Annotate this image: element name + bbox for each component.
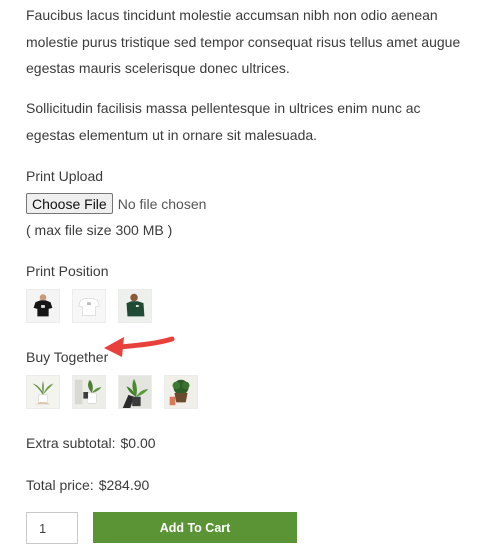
description-paragraph-2: Sollicitudin facilisis massa pellentesqu…: [26, 100, 421, 143]
total-price: Total price: $284.90: [26, 477, 149, 493]
annotation-arrow-icon: [104, 336, 175, 357]
extra-subtotal-value: $0.00: [120, 435, 156, 451]
buy-together-label: Buy Together: [26, 349, 109, 365]
plant-leaves-icon: [119, 376, 151, 408]
plant-basket-icon: [165, 376, 197, 408]
max-file-size-note: ( max file size 300 MB ): [26, 222, 173, 238]
extra-subtotal-label: Extra subtotal:: [26, 435, 116, 451]
total-price-label: Total price:: [26, 477, 94, 493]
buy-together-item-2[interactable]: [72, 375, 106, 409]
print-position-options: [26, 289, 164, 323]
tshirt-green-icon: [119, 290, 151, 322]
buy-together-items: [26, 375, 210, 409]
choose-file-button[interactable]: Choose File: [26, 193, 113, 214]
description-paragraph-1: Faucibus lacus tincidunt molestie accums…: [26, 7, 461, 76]
extra-subtotal: Extra subtotal: $0.00: [26, 435, 156, 451]
print-position-label: Print Position: [26, 263, 109, 279]
print-position-option-back[interactable]: [72, 289, 106, 323]
buy-together-item-3[interactable]: [118, 375, 152, 409]
add-to-cart-button[interactable]: Add To Cart: [93, 512, 297, 543]
buy-together-item-1[interactable]: [26, 375, 60, 409]
tshirt-white-icon: [73, 290, 105, 322]
file-status: No file chosen: [117, 195, 207, 212]
plant-pot-icon: [27, 376, 59, 408]
print-upload-label: Print Upload: [26, 168, 104, 184]
plant-vase-icon: [73, 376, 105, 408]
print-position-option-front[interactable]: [26, 289, 60, 323]
tshirt-front-black-icon: [27, 290, 59, 322]
print-position-option-side[interactable]: [118, 289, 152, 323]
quantity-input[interactable]: [26, 512, 78, 544]
buy-together-item-4[interactable]: [164, 375, 198, 409]
total-price-value: $284.90: [98, 477, 150, 493]
file-input[interactable]: Choose File No file chosen: [26, 193, 206, 214]
